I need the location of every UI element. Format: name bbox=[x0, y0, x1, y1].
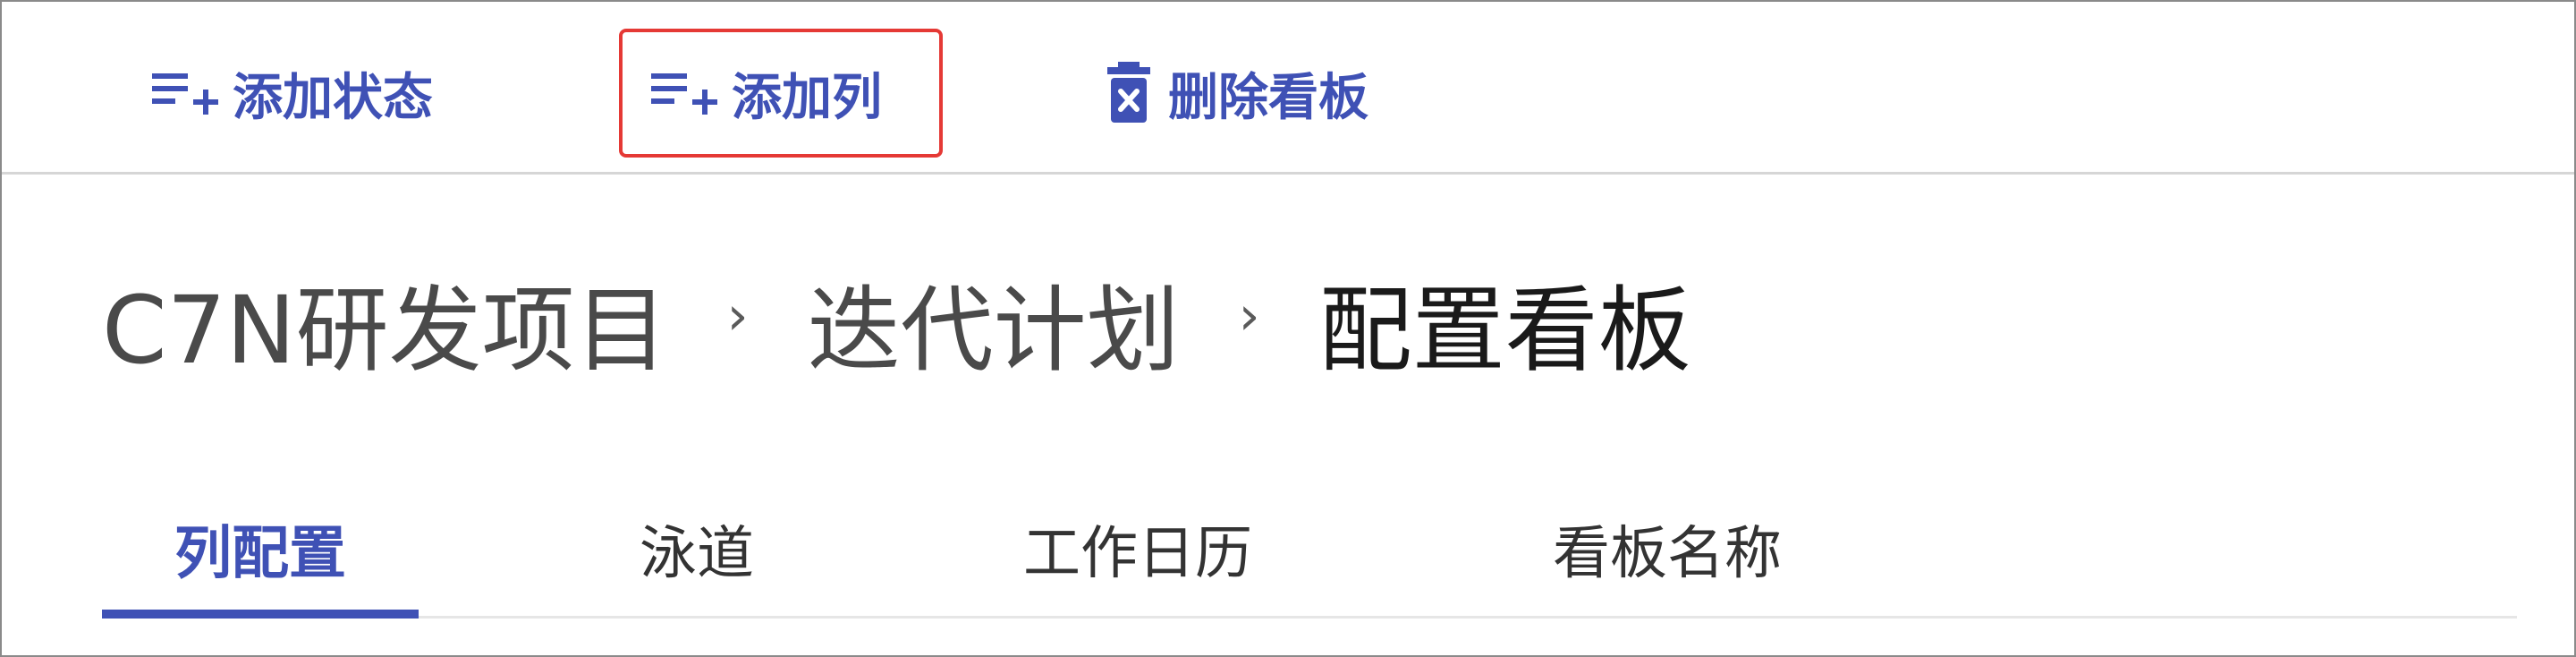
delete-board-label: 删除看板 bbox=[1168, 68, 1368, 127]
tab-work-calendar[interactable]: 工作日历 bbox=[1004, 485, 1272, 612]
breadcrumb-item-current: 配置看板 bbox=[1318, 275, 1691, 385]
add-column-label: 添加列 bbox=[732, 68, 882, 127]
playlist-add-icon bbox=[152, 70, 218, 116]
breadcrumb-separator: › bbox=[726, 285, 749, 347]
delete-board-button[interactable]: 删除看板 bbox=[1104, 52, 1368, 134]
add-status-label: 添加状态 bbox=[233, 68, 433, 127]
tab-column-config[interactable]: 列配置 bbox=[102, 485, 419, 612]
tab-board-name[interactable]: 看板名称 bbox=[1533, 485, 1801, 612]
add-column-button[interactable]: 添加列 bbox=[651, 52, 882, 134]
playlist-add-icon bbox=[651, 70, 717, 116]
trash-icon bbox=[1104, 62, 1154, 124]
breadcrumb-separator: › bbox=[1238, 285, 1260, 347]
tab-bar: 列配置 泳道 工作日历 看板名称 bbox=[102, 485, 2517, 619]
tab-active-indicator bbox=[102, 610, 419, 619]
toolbar: 添加状态 添加列 删除看板 bbox=[2, 2, 2574, 175]
tab-swimlane[interactable]: 泳道 bbox=[603, 485, 791, 612]
add-status-button[interactable]: 添加状态 bbox=[152, 52, 433, 134]
breadcrumb-item-sprint-plan[interactable]: 迭代计划 bbox=[808, 254, 1180, 389]
app-window: 添加状态 添加列 删除看板 C7N研发项目 › 迭代计划 › 配置看板 列配置 … bbox=[0, 0, 2576, 657]
breadcrumb-item-project[interactable]: C7N研发项目 bbox=[102, 254, 668, 389]
breadcrumb: C7N研发项目 › 迭代计划 › 配置看板 bbox=[102, 263, 1691, 385]
